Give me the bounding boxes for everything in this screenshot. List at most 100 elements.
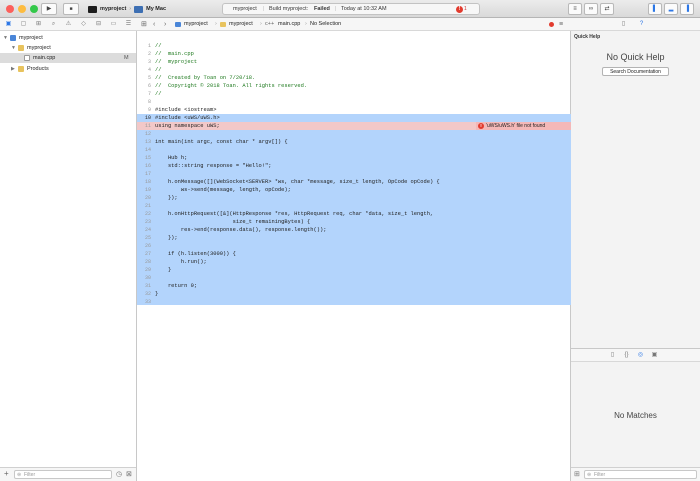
folder-icon[interactable]: ▣ (4, 20, 13, 29)
report-icon[interactable]: ☰ (124, 20, 133, 29)
inspector-tabs: ▯ ? (571, 18, 700, 31)
editor-standard-button[interactable]: ≡ (568, 3, 582, 15)
issue-icon[interactable]: ⚠ (64, 20, 73, 29)
error-icon: ! (478, 123, 484, 129)
issue-indicator-icon[interactable] (549, 22, 554, 27)
line-number[interactable]: 13 (137, 138, 151, 146)
toggle-inspector-button[interactable]: ▐ (680, 3, 694, 15)
line-number[interactable]: 21 (137, 202, 151, 210)
line-number[interactable]: 6 (137, 82, 151, 90)
line-number[interactable]: 29 (137, 266, 151, 274)
line-number[interactable]: 18 (137, 178, 151, 186)
line-number[interactable]: 33 (137, 298, 151, 306)
line-number[interactable]: 22 (137, 210, 151, 218)
line-number[interactable]: 8 (137, 98, 151, 106)
source-control-icon[interactable]: ▢ (19, 20, 28, 29)
add-icon[interactable]: + (4, 469, 9, 478)
line-number[interactable]: 12 (137, 130, 151, 138)
line-number[interactable]: 20 (137, 194, 151, 202)
editor-version-button[interactable]: ⇄ (600, 3, 614, 15)
close-window-button[interactable] (6, 5, 14, 13)
run-button[interactable]: ▶ (41, 3, 57, 15)
code-line: } (155, 291, 159, 297)
filter-icon: ⊜ (17, 472, 22, 478)
breakpoint-icon[interactable]: ▭ (109, 20, 118, 29)
line-number[interactable]: 7 (137, 90, 151, 98)
code-line: // Copyright © 2018 Toan. All rights res… (155, 83, 308, 89)
clock-icon[interactable]: ◷ (116, 470, 122, 478)
jump-crumb-file[interactable]: main.cpp (278, 18, 300, 31)
tree-item-project[interactable]: ▼ myproject (0, 33, 136, 43)
tree-item-label: myproject (19, 35, 43, 41)
line-number[interactable]: 23 (137, 218, 151, 226)
jump-crumb-group[interactable]: myproject (229, 18, 253, 31)
line-number[interactable]: 4 (137, 66, 151, 74)
debug-icon[interactable]: ⊟ (94, 20, 103, 29)
no-quick-help: No Quick Help (606, 52, 665, 62)
line-number[interactable]: 19 (137, 186, 151, 194)
navigator-filter-input[interactable]: ⊜ Filter (14, 470, 112, 479)
activity-view[interactable]: myproject | Build myproject: Failed | To… (222, 3, 480, 15)
forward-icon[interactable]: › (164, 18, 166, 31)
line-number[interactable]: 30 (137, 274, 151, 282)
file-inspector-icon[interactable]: ▯ (619, 20, 628, 29)
line-number[interactable]: 24 (137, 226, 151, 234)
minimize-window-button[interactable] (18, 5, 26, 13)
line-number[interactable]: 25 (137, 234, 151, 242)
file-template-icon[interactable]: ▯ (608, 351, 617, 360)
line-number[interactable]: 16 (137, 162, 151, 170)
back-icon[interactable]: ‹ (153, 18, 155, 31)
code-area[interactable]: ! 'uWS/uWS.h' file not found 1 // 2 // main… (137, 31, 571, 481)
line-number[interactable]: 28 (137, 258, 151, 266)
jump-crumb-symbol[interactable]: No Selection (310, 18, 341, 31)
editor-assistant-button[interactable]: ∞ (584, 3, 598, 15)
tree-item-main-cpp[interactable]: main.cpp M (0, 53, 136, 63)
scm-filter-icon[interactable]: ⊠ (126, 470, 132, 478)
search-documentation-button[interactable]: Search Documentation (602, 67, 669, 76)
line-number[interactable]: 11 (137, 122, 151, 130)
error-annotation[interactable]: ! 'uWS/uWS.h' file not found (476, 122, 571, 130)
grid-view-icon[interactable]: ⊞ (574, 470, 580, 478)
source-editor: ⊞ ‹ › myproject › myproject › c++ main.c… (137, 18, 571, 481)
toggle-navigator-button[interactable]: ▌ (648, 3, 662, 15)
library-tabs: ▯ {} ◎ ▣ (571, 349, 700, 362)
navigator-filter-bar: + ⊜ Filter ◷ ⊠ (0, 467, 136, 481)
media-library-icon[interactable]: ▣ (650, 351, 659, 360)
line-number[interactable]: 15 (137, 154, 151, 162)
related-items-icon[interactable]: ≡ (559, 18, 563, 31)
symbol-icon[interactable]: ⊞ (34, 20, 43, 29)
line-number[interactable]: 3 (137, 58, 151, 66)
line-number[interactable]: 32 (137, 290, 151, 298)
line-number[interactable]: 5 (137, 74, 151, 82)
test-icon[interactable]: ◇ (79, 20, 88, 29)
arrows-icon: ⇄ (604, 6, 610, 12)
find-icon[interactable]: ⌕ (49, 20, 58, 29)
library-filter-input[interactable]: ⊜ Filter (584, 470, 697, 479)
line-number[interactable]: 17 (137, 170, 151, 178)
line-number[interactable]: 2 (137, 50, 151, 58)
line-number[interactable]: 9 (137, 106, 151, 114)
line-number[interactable]: 14 (137, 146, 151, 154)
code-snippet-icon[interactable]: {} (622, 351, 631, 360)
tree-item-products[interactable]: ▶ Products (0, 64, 136, 74)
stop-button[interactable]: ■ (63, 3, 79, 15)
tree-item-group[interactable]: ▼ myproject (0, 43, 136, 53)
line-number[interactable]: 1 (137, 42, 151, 50)
link-circles-icon: ∞ (588, 6, 594, 12)
code-line: }); (155, 235, 178, 241)
code-line: // (155, 43, 162, 49)
error-count-badge[interactable]: ! (456, 5, 463, 13)
line-number[interactable]: 31 (137, 282, 151, 290)
object-library-icon[interactable]: ◎ (636, 351, 645, 360)
zoom-window-button[interactable] (30, 5, 38, 13)
xcode-window: ▶ ■ myproject › My Mac myproject | Build… (0, 0, 700, 481)
jump-crumb-project[interactable]: myproject (184, 18, 208, 31)
line-number[interactable]: 26 (137, 242, 151, 250)
line-number[interactable]: 10 (137, 114, 151, 122)
quick-help-icon[interactable]: ? (637, 20, 646, 29)
grid-icon[interactable]: ⊞ (141, 18, 147, 31)
cpp-file-icon: c++ (265, 21, 275, 27)
line-number[interactable]: 27 (137, 250, 151, 258)
scheme-selector[interactable]: myproject › My Mac (88, 4, 166, 14)
toggle-debug-area-button[interactable]: ▂ (664, 3, 678, 15)
